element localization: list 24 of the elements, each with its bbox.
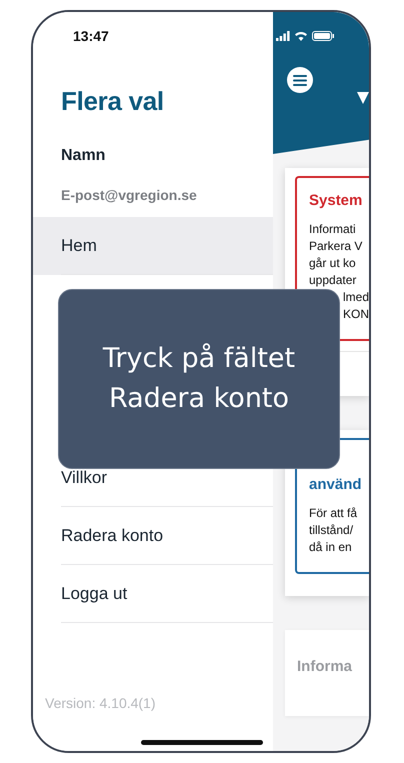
user-email: E-post@vgregion.se: [61, 187, 198, 203]
status-time: 13:47: [73, 28, 110, 44]
drawer-title: Flera val: [61, 86, 165, 117]
notice-text: lmed: [342, 289, 369, 306]
version-text: Version: 4.10.4(1): [45, 695, 157, 711]
wifi-icon: [294, 31, 308, 41]
card-title: Informa: [297, 658, 352, 675]
signal-icon: [276, 31, 290, 41]
user-name: Namn: [61, 147, 106, 165]
notice-text: KON: [342, 306, 369, 323]
menu-icon: [293, 74, 307, 86]
battery-icon: [312, 31, 334, 41]
notice-text: går ut ko: [309, 255, 357, 272]
notice-text: För att få: [309, 505, 358, 522]
menu-button[interactable]: [287, 67, 313, 93]
notice-text: då in en: [309, 539, 353, 556]
notice-text: tillstånd/: [309, 522, 354, 539]
notice-title: använd: [309, 476, 363, 493]
notice-title: System: [309, 192, 364, 209]
notice-text: Parkera V: [309, 238, 364, 255]
notice-text: uppdater: [309, 272, 358, 289]
tooltip-text: Tryck på fältet Radera konto: [102, 342, 296, 416]
menu-item[interactable]: Hem: [33, 217, 273, 275]
notice-text: Informati: [309, 221, 357, 238]
